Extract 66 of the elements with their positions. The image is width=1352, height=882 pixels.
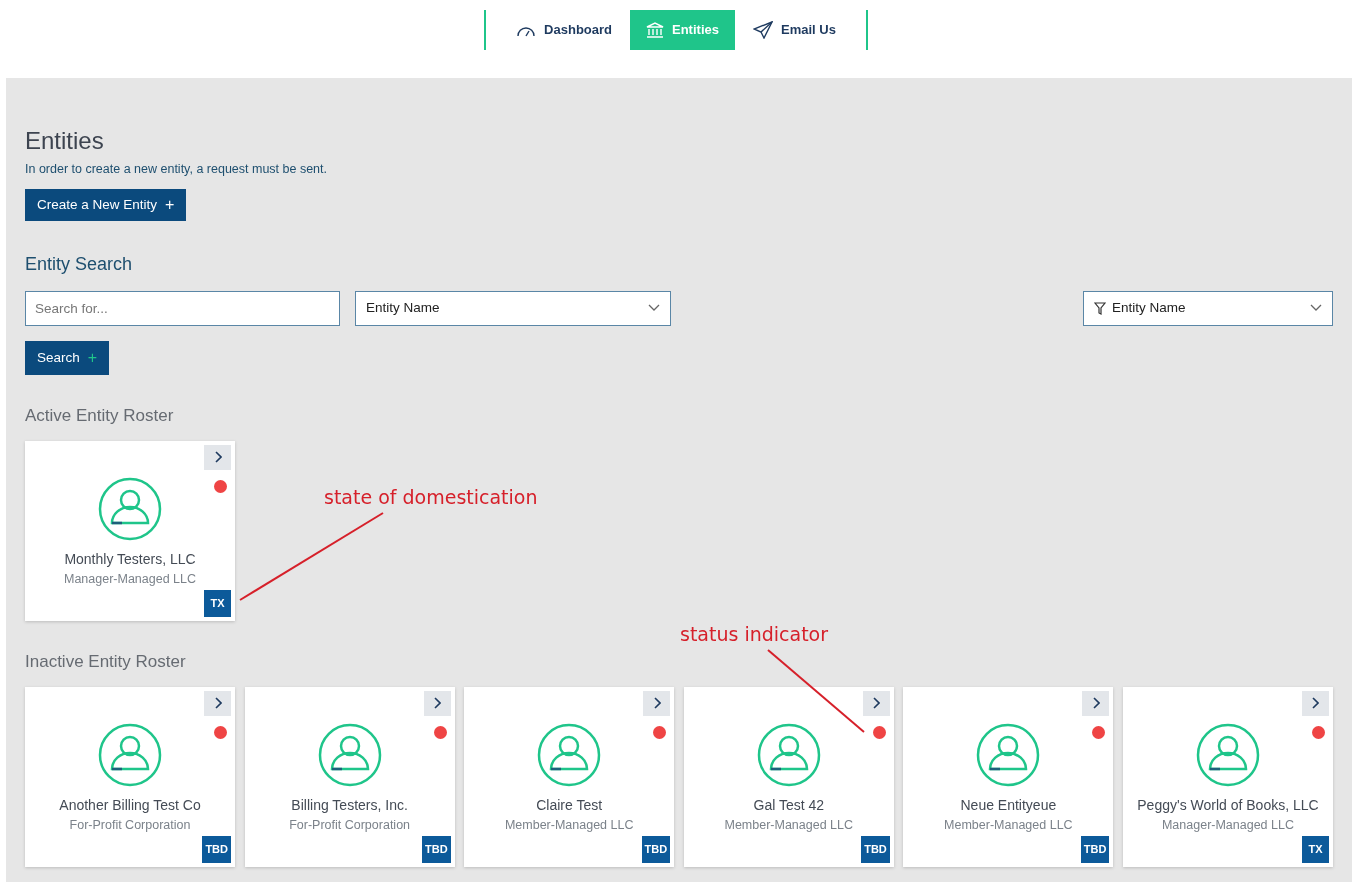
entity-name: Another Billing Test Co bbox=[59, 795, 201, 815]
person-icon bbox=[317, 722, 382, 787]
field-select[interactable]: Entity Name bbox=[355, 290, 671, 326]
open-button[interactable] bbox=[1301, 690, 1329, 716]
chevron-right-icon bbox=[1311, 697, 1320, 710]
entity-card[interactable]: Peggy's World of Books, LLC Manager-Managed LLC TX bbox=[1122, 686, 1333, 867]
open-button[interactable] bbox=[1082, 690, 1110, 716]
entity-type: Manager-Managed LLC bbox=[64, 570, 196, 588]
open-button[interactable] bbox=[423, 690, 451, 716]
filter-select[interactable]: Entity Name bbox=[1083, 290, 1333, 326]
open-button[interactable] bbox=[862, 690, 890, 716]
entity-card[interactable]: Gal Test 42 Member-Managed LLC TBD bbox=[683, 686, 894, 867]
chevron-down-icon bbox=[1310, 304, 1322, 313]
page-note: In order to create a new entity, a request must be sent. bbox=[25, 161, 328, 178]
entity-card[interactable]: Neue Entityeue Member-Managed LLC TBD bbox=[903, 686, 1114, 867]
create-entity-button[interactable]: Create a New Entity + bbox=[25, 188, 187, 221]
entity-name: Neue Entityeue bbox=[960, 795, 1057, 815]
entity-name: Peggy's World of Books, LLC bbox=[1137, 795, 1319, 815]
state-badge: TX bbox=[204, 589, 231, 617]
entity-card[interactable]: Billing Testers, Inc. For-Profit Corporation TBD bbox=[244, 686, 455, 867]
open-button[interactable] bbox=[204, 690, 231, 716]
roster-title: Inactive Entity Roster bbox=[25, 650, 187, 673]
entity-type: Member-Managed LLC bbox=[724, 816, 854, 834]
entity-name: Gal Test 42 bbox=[753, 795, 825, 815]
annotation-text: state of domestication bbox=[324, 485, 538, 510]
open-button[interactable] bbox=[643, 690, 671, 716]
entity-card[interactable]: Claire Test Member-Managed LLC TBD bbox=[464, 686, 675, 867]
person-icon bbox=[98, 476, 162, 541]
state-badge: TBD bbox=[641, 835, 671, 863]
entity-card[interactable]: Monthly Testers, LLC Manager-Managed LLC TX bbox=[25, 440, 235, 621]
search-title: Entity Search bbox=[25, 252, 134, 276]
bank-icon bbox=[646, 22, 664, 38]
entity-name: Claire Test bbox=[536, 795, 603, 815]
entity-name: Monthly Testers, LLC bbox=[64, 549, 196, 569]
paper-plane-icon bbox=[752, 21, 773, 39]
person-icon bbox=[976, 722, 1041, 787]
page-title: Entities bbox=[25, 126, 105, 156]
state-badge: TX bbox=[1301, 835, 1329, 863]
chevron-right-icon bbox=[213, 451, 222, 464]
entity-type: Member-Managed LLC bbox=[944, 816, 1073, 834]
state-badge: TBD bbox=[1080, 835, 1110, 863]
annotation-text: status indicator bbox=[680, 622, 829, 647]
search-field[interactable]: Search for... bbox=[25, 290, 340, 326]
state-badge: TBD bbox=[861, 835, 890, 863]
open-button[interactable] bbox=[204, 444, 231, 470]
search-button[interactable]: Search + bbox=[25, 340, 110, 375]
filter-icon bbox=[1094, 301, 1106, 315]
chevron-right-icon bbox=[1091, 697, 1100, 710]
entity-type: Manager-Managed LLC bbox=[1161, 816, 1294, 834]
chevron-right-icon bbox=[213, 697, 222, 710]
roster-title: Active Entity Roster bbox=[25, 404, 175, 427]
chevron-right-icon bbox=[433, 697, 442, 710]
entity-type: Member-Managed LLC bbox=[504, 816, 634, 834]
chevron-down-icon bbox=[648, 304, 660, 313]
person-icon bbox=[1195, 722, 1260, 787]
person-icon bbox=[537, 722, 602, 787]
entity-card[interactable]: Another Billing Test Co For-Profit Corporation TBD bbox=[25, 686, 235, 867]
entity-type: For-Profit Corporation bbox=[289, 816, 411, 834]
state-badge: TBD bbox=[422, 835, 451, 863]
chevron-right-icon bbox=[652, 697, 661, 710]
person-icon bbox=[98, 722, 162, 787]
chevron-right-icon bbox=[872, 697, 881, 710]
state-badge: TBD bbox=[202, 835, 231, 863]
person-icon bbox=[756, 722, 821, 787]
entity-type: For-Profit Corporation bbox=[69, 816, 191, 834]
entity-name: Billing Testers, Inc. bbox=[291, 795, 408, 815]
